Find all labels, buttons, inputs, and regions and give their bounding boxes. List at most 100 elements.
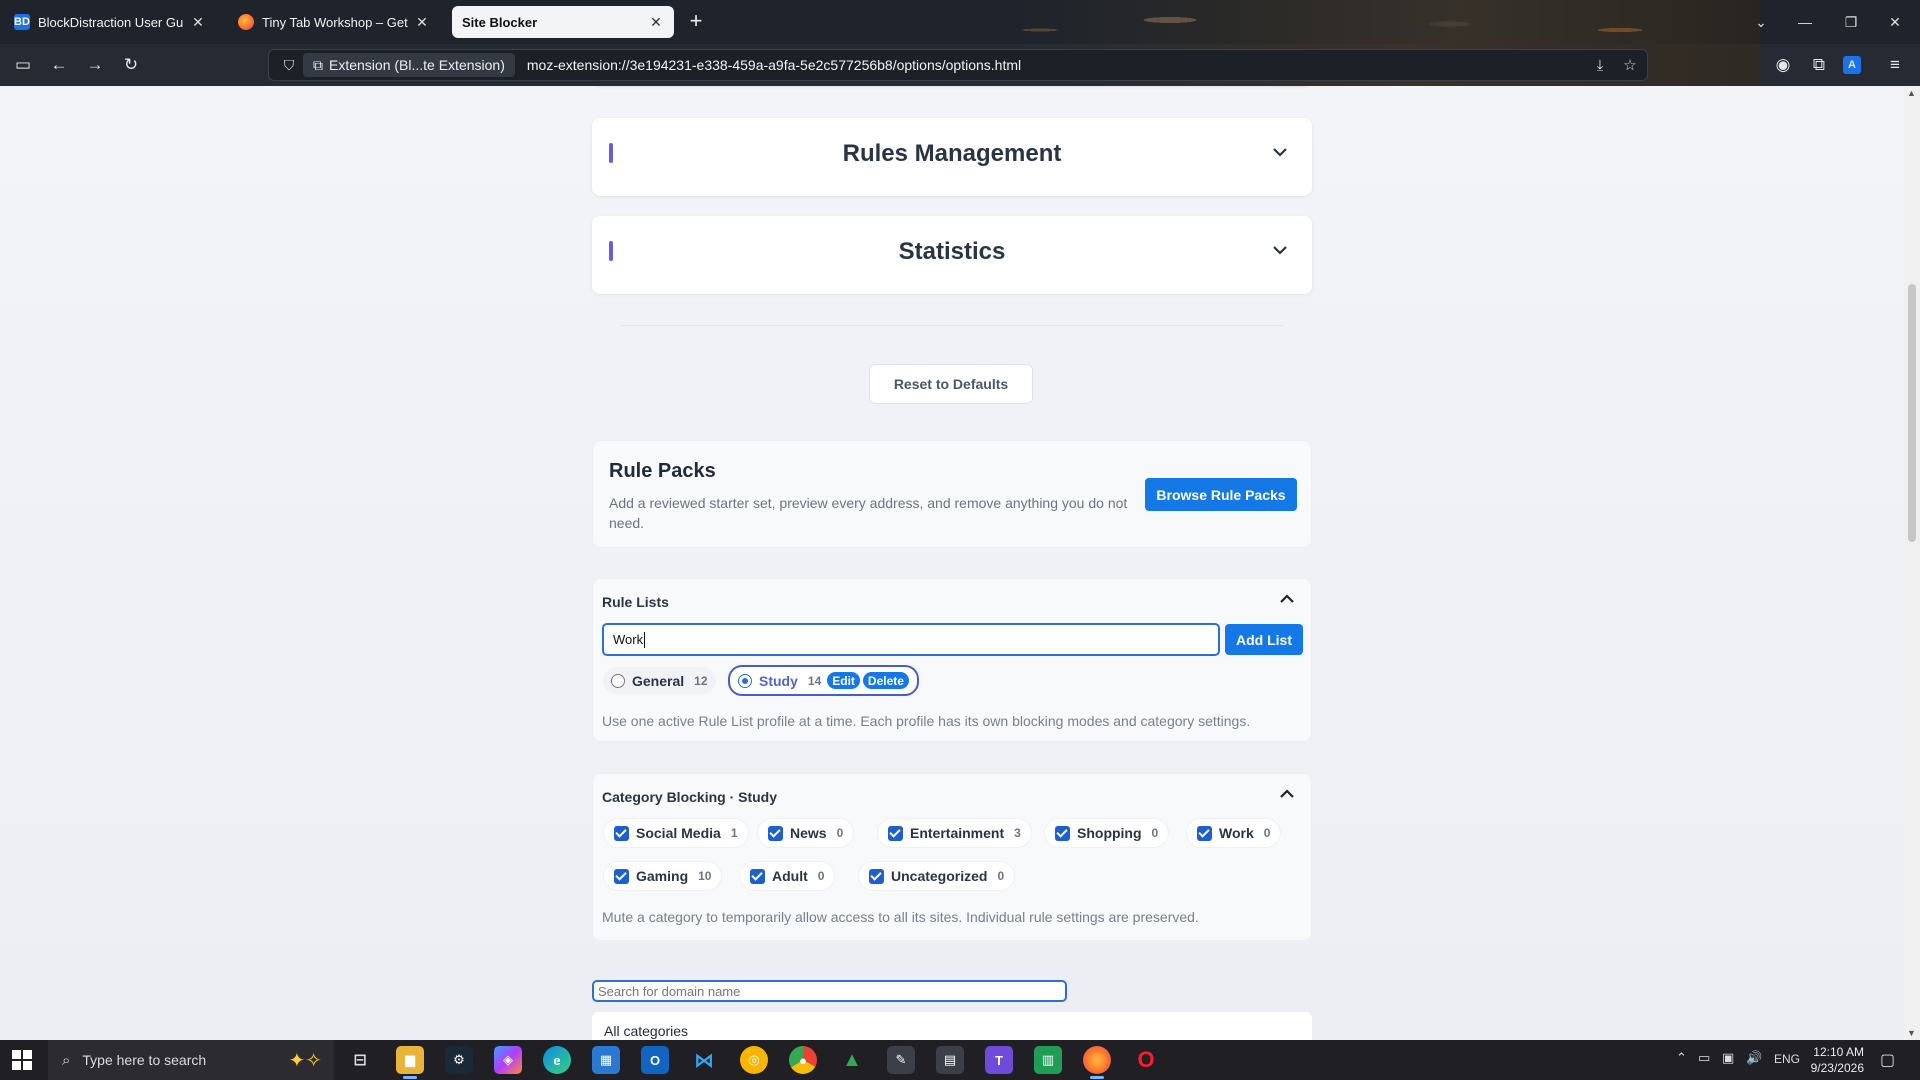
google-drive-icon[interactable]: ▲ (838, 1046, 866, 1074)
browser-tab-bar: BD BlockDistraction User Guide: Ru ✕ Tin… (0, 0, 1920, 44)
scroll-down-arrow-icon[interactable]: ▼ (1907, 1028, 1916, 1038)
rule-list-name: General (632, 672, 685, 689)
firefox-favicon-icon (238, 14, 254, 30)
chevron-down-icon[interactable] (1270, 240, 1290, 260)
file-explorer-icon[interactable]: ▆ (396, 1046, 424, 1079)
scrollbar-thumb[interactable] (1908, 284, 1916, 542)
add-list-button[interactable]: Add List (1225, 624, 1303, 655)
spreadsheet-icon[interactable]: ▥ (1034, 1046, 1062, 1074)
browser-theme-artwork (1000, 0, 1760, 44)
menu-hamburger-icon[interactable]: ≡ (1883, 53, 1907, 77)
back-arrow-icon[interactable]: ← (47, 53, 71, 77)
sidebar-toggle-icon[interactable]: ▭ (11, 53, 35, 77)
address-bar[interactable]: ⛉ ⧉ Extension (Bl...te Extension) moz-ex… (268, 49, 1648, 81)
search-highlight-sparkle-icon: ✦✧ (288, 1050, 322, 1072)
browse-rule-packs-button[interactable]: Browse Rule Packs (1145, 478, 1297, 511)
blockdistraction-extension-icon[interactable]: A (1843, 56, 1861, 74)
opera-icon[interactable]: O (1132, 1046, 1160, 1074)
rule-list-general[interactable]: General 12 (603, 667, 716, 694)
tab-tiny-tab-workshop[interactable]: Tiny Tab Workshop – Get this Th ✕ (228, 6, 440, 38)
teams-icon[interactable]: T (985, 1046, 1013, 1074)
rule-list-study[interactable]: Study 14 Edit Delete (728, 665, 919, 696)
restore-icon[interactable]: ❐ (1836, 8, 1866, 36)
tab-close-icon[interactable]: ✕ (414, 14, 430, 30)
url-text[interactable]: moz-extension://3e194231-e338-459a-a9fa-… (527, 57, 1021, 73)
task-view-icon[interactable]: ⊟ (346, 1046, 374, 1074)
outlook-icon[interactable]: O (641, 1046, 669, 1074)
copilot-icon[interactable]: ◈ (494, 1046, 522, 1074)
volume-icon[interactable]: 🔊 (1746, 1050, 1762, 1066)
category-checkbox[interactable] (888, 825, 903, 841)
extensions-puzzle-icon[interactable]: ⧉ (1807, 53, 1831, 77)
statistics-accordion[interactable]: Statistics (592, 216, 1312, 294)
extension-identity-label: Extension (Bl...te Extension) (329, 57, 505, 73)
chrome-icon[interactable]: ● (789, 1046, 817, 1074)
edit-list-button[interactable]: Edit (827, 672, 860, 689)
category-news[interactable]: News 0 (757, 818, 855, 848)
language-indicator[interactable]: ENG (1774, 1052, 1800, 1066)
category-checkbox[interactable] (614, 868, 629, 884)
close-window-icon[interactable]: ✕ (1880, 8, 1910, 36)
tab-site-blocker[interactable]: Site Blocker ✕ (452, 6, 674, 38)
vscode-icon[interactable]: ⋈ (690, 1046, 718, 1074)
notification-center-icon[interactable]: ▢ (1880, 1050, 1895, 1070)
meet-now-icon[interactable]: ▭ (1698, 1050, 1710, 1066)
network-icon[interactable]: ▣ (1722, 1050, 1734, 1066)
category-checkbox[interactable] (750, 868, 765, 884)
tab-close-icon[interactable]: ✕ (190, 14, 206, 30)
chevron-down-icon[interactable] (1270, 142, 1290, 162)
shield-icon[interactable]: ⛉ (275, 57, 303, 74)
category-filter-select[interactable]: All categories (592, 1012, 1312, 1040)
taskbar-search-box[interactable]: ⌕ Type here to search ✦✧ (48, 1040, 334, 1080)
category-blocking-card: Category Blocking · Study Social Media 1… (592, 773, 1312, 941)
rule-list-radio[interactable] (611, 673, 625, 688)
windows-start-icon[interactable] (12, 1050, 32, 1070)
tab-close-icon[interactable]: ✕ (648, 14, 664, 30)
microsoft-store-icon[interactable]: ▦ (592, 1046, 620, 1074)
category-work[interactable]: Work 0 (1186, 818, 1282, 848)
forward-arrow-icon[interactable]: → (83, 53, 107, 77)
tools-icon[interactable]: ✎ (887, 1046, 915, 1074)
minimize-icon[interactable]: — (1790, 8, 1820, 36)
extension-identity-chip[interactable]: ⧉ Extension (Bl...te Extension) (303, 53, 515, 77)
text-caret (644, 631, 646, 648)
category-shopping[interactable]: Shopping 0 (1044, 818, 1170, 848)
category-checkbox[interactable] (1055, 825, 1070, 841)
list-all-tabs-icon[interactable]: ⌄ (1746, 8, 1776, 36)
chevron-up-icon[interactable] (1277, 589, 1297, 609)
save-page-icon[interactable]: ⤓ (1589, 54, 1611, 76)
category-gaming[interactable]: Gaming 10 (603, 861, 723, 891)
new-list-name-input[interactable]: Work (602, 623, 1220, 656)
firefox-icon[interactable] (1083, 1046, 1111, 1079)
delete-list-button[interactable]: Delete (862, 672, 909, 689)
tab-blockdistraction-guide[interactable]: BD BlockDistraction User Guide: Ru ✕ (4, 6, 216, 38)
category-entertainment[interactable]: Entertainment 3 (877, 818, 1032, 848)
search-icon: ⌕ (62, 1051, 71, 1069)
taskbar-clock[interactable]: 12:10 AM 9/23/2026 (1811, 1044, 1864, 1076)
new-tab-icon[interactable]: + (684, 10, 708, 34)
bookmark-star-icon[interactable]: ☆ (1619, 54, 1641, 76)
rules-management-accordion[interactable]: Rules Management (592, 118, 1312, 196)
category-adult[interactable]: Adult 0 (739, 861, 836, 891)
chevron-up-icon[interactable] (1277, 784, 1297, 804)
category-checkbox[interactable] (869, 868, 884, 884)
scroll-up-arrow-icon[interactable]: ▲ (1907, 88, 1916, 98)
reload-icon[interactable]: ↻ (119, 53, 143, 77)
category-checkbox[interactable] (768, 825, 783, 841)
show-hidden-icons-chevron-icon[interactable]: ⌃ (1676, 1050, 1687, 1066)
reset-to-defaults-button[interactable]: Reset to Defaults (869, 364, 1033, 404)
rule-lists-card: Rule Lists Work Add List General 12 Stud… (592, 578, 1312, 742)
calculator-icon[interactable]: ▤ (936, 1046, 964, 1074)
edge-icon[interactable]: e (543, 1046, 571, 1074)
category-social-media[interactable]: Social Media 1 (603, 818, 749, 848)
norton-icon[interactable]: ◎ (740, 1046, 768, 1074)
category-checkbox[interactable] (1197, 825, 1212, 841)
category-count: 0 (836, 826, 844, 840)
page-scrollbar[interactable]: ▲ ▼ (1904, 86, 1920, 1040)
steam-icon[interactable]: ⚙ (445, 1046, 473, 1074)
category-uncategorized[interactable]: Uncategorized 0 (858, 861, 1016, 891)
category-checkbox[interactable] (614, 825, 629, 841)
account-icon[interactable]: ◉ (1771, 53, 1795, 77)
domain-search-input[interactable]: Search for domain name (592, 980, 1067, 1002)
rule-list-radio-selected[interactable] (738, 673, 752, 688)
